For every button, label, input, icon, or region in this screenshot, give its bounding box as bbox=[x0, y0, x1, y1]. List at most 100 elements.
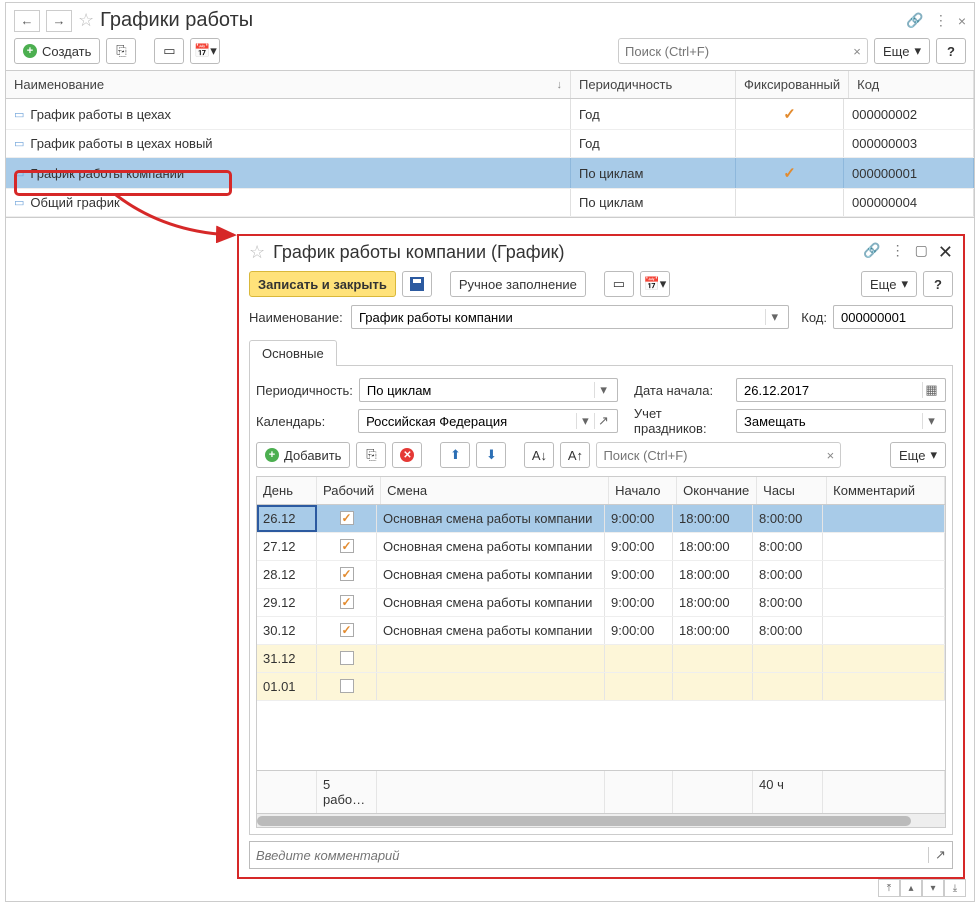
days-grid: День Рабочий Смена Начало Окончание Часы… bbox=[256, 476, 946, 828]
more-button[interactable]: Еще ▾ bbox=[874, 38, 930, 64]
maximize-icon[interactable]: ▢ bbox=[915, 242, 928, 263]
search-clear-icon[interactable]: × bbox=[820, 448, 840, 463]
table-row[interactable]: ▭График работы в цехах Год ✓ 000000002 bbox=[6, 99, 974, 130]
table-row[interactable]: ▭График работы компании По циклам ✓ 0000… bbox=[6, 158, 974, 189]
vmenu-icon[interactable]: ⋮ bbox=[891, 242, 905, 263]
checkbox[interactable] bbox=[340, 651, 354, 665]
table-row[interactable]: 31.12 bbox=[257, 645, 945, 673]
nav-prev-button[interactable]: ▴ bbox=[900, 879, 922, 897]
back-button[interactable]: ← bbox=[14, 10, 40, 32]
grid-summary: 5 рабо… 40 ч bbox=[257, 770, 945, 813]
checkbox[interactable]: ✓ bbox=[340, 511, 354, 525]
manual-fill-button[interactable]: Ручное заполнение bbox=[450, 271, 586, 297]
code-input[interactable] bbox=[833, 305, 953, 329]
table-row[interactable]: 28.12✓Основная смена работы компании9:00… bbox=[257, 561, 945, 589]
comment-input[interactable]: ↗ bbox=[249, 841, 953, 869]
record-icon: ▭ bbox=[14, 137, 24, 150]
checkbox[interactable]: ✓ bbox=[340, 595, 354, 609]
checkbox[interactable]: ✓ bbox=[340, 623, 354, 637]
favorite-star-icon[interactable]: ☆ bbox=[78, 10, 94, 31]
tab-main[interactable]: Основные bbox=[249, 340, 337, 366]
days-search-input[interactable]: × bbox=[596, 442, 841, 468]
period-select[interactable]: ▾ bbox=[359, 378, 618, 402]
page-title: Графики работы bbox=[100, 9, 900, 32]
col-period[interactable]: Периодичность bbox=[571, 71, 736, 98]
search-clear-icon[interactable]: × bbox=[847, 44, 867, 59]
nav-last-button[interactable]: ⤓ bbox=[944, 879, 966, 897]
dropdown-icon[interactable]: ▾ bbox=[594, 382, 612, 398]
table-row[interactable]: ▭Общий график По циклам 000000004 bbox=[6, 189, 974, 217]
calendar-select[interactable]: ▾ ↗ bbox=[358, 409, 618, 433]
nav-first-button[interactable]: ⤒ bbox=[878, 879, 900, 897]
card-button[interactable]: ▭ bbox=[604, 271, 634, 297]
period-label: Периодичность: bbox=[256, 383, 353, 398]
floppy-icon bbox=[410, 277, 424, 291]
col-name[interactable]: Наименование↓ bbox=[6, 71, 571, 98]
vmenu-icon[interactable]: ⋮ bbox=[934, 12, 948, 29]
col-day[interactable]: День bbox=[257, 477, 317, 504]
code-label: Код: bbox=[801, 310, 827, 325]
col-end[interactable]: Окончание bbox=[677, 477, 757, 504]
close-icon[interactable]: ✕ bbox=[938, 242, 953, 263]
table-row[interactable]: 01.01 bbox=[257, 673, 945, 701]
open-icon[interactable]: ↗ bbox=[594, 413, 612, 429]
close-page-icon[interactable]: × bbox=[958, 13, 966, 29]
plus-icon: + bbox=[23, 44, 37, 58]
col-comment[interactable]: Комментарий bbox=[827, 477, 945, 504]
checkbox[interactable]: ✓ bbox=[340, 539, 354, 553]
record-icon: ▭ bbox=[14, 108, 24, 121]
calendar-button[interactable]: 📅▾ bbox=[640, 271, 670, 297]
col-shift[interactable]: Смена bbox=[381, 477, 609, 504]
save-button[interactable] bbox=[402, 271, 432, 297]
link-icon[interactable]: 🔗 bbox=[906, 12, 923, 29]
open-icon[interactable]: ↗ bbox=[928, 847, 952, 863]
horizontal-scrollbar[interactable] bbox=[257, 813, 945, 827]
sort-asc-button[interactable]: A↓ bbox=[524, 442, 554, 468]
startdate-input[interactable]: ▦ bbox=[736, 378, 946, 402]
name-input[interactable]: ▾ bbox=[351, 305, 789, 329]
more-button[interactable]: Еще▾ bbox=[861, 271, 917, 297]
table-row[interactable]: 30.12✓Основная смена работы компании9:00… bbox=[257, 617, 945, 645]
col-hours[interactable]: Часы bbox=[757, 477, 827, 504]
help-button[interactable]: ? bbox=[936, 38, 966, 64]
more-button[interactable]: Еще▾ bbox=[890, 442, 946, 468]
nav-next-button[interactable]: ▾ bbox=[922, 879, 944, 897]
copy-button[interactable]: ⎘ bbox=[106, 38, 136, 64]
table-row[interactable]: 27.12✓Основная смена работы компании9:00… bbox=[257, 533, 945, 561]
favorite-star-icon[interactable]: ☆ bbox=[249, 242, 265, 263]
move-up-button[interactable]: ⬆ bbox=[440, 442, 470, 468]
table-row[interactable]: 29.12✓Основная смена работы компании9:00… bbox=[257, 589, 945, 617]
create-button[interactable]: + Создать bbox=[14, 38, 100, 64]
dropdown-icon[interactable]: ▾ bbox=[576, 413, 594, 429]
link-icon[interactable]: 🔗 bbox=[863, 242, 880, 263]
dialog-title: График работы компании (График) bbox=[273, 242, 855, 263]
calendar-icon[interactable]: ▦ bbox=[922, 382, 940, 398]
checkbox[interactable]: ✓ bbox=[340, 567, 354, 581]
card-button[interactable]: ▭ bbox=[154, 38, 184, 64]
col-work[interactable]: Рабочий bbox=[317, 477, 381, 504]
copy-row-button[interactable]: ⎘ bbox=[356, 442, 386, 468]
table-row[interactable]: 26.12✓Основная смена работы компании9:00… bbox=[257, 505, 945, 533]
check-icon: ✓ bbox=[783, 164, 796, 182]
forward-button[interactable]: → bbox=[46, 10, 72, 32]
help-button[interactable]: ? bbox=[923, 271, 953, 297]
save-close-button[interactable]: Записать и закрыть bbox=[249, 271, 396, 297]
delete-icon: ✕ bbox=[400, 448, 414, 462]
delete-row-button[interactable]: ✕ bbox=[392, 442, 422, 468]
chevron-down-icon: ▾ bbox=[914, 43, 921, 59]
col-fixed[interactable]: Фиксированный bbox=[736, 71, 849, 98]
footer-nav: ⤒ ▴ ▾ ⤓ bbox=[878, 879, 966, 897]
dropdown-icon[interactable]: ▾ bbox=[922, 413, 940, 429]
col-code[interactable]: Код bbox=[849, 71, 974, 98]
holidays-select[interactable]: ▾ bbox=[736, 409, 946, 433]
dropdown-icon[interactable]: ▾ bbox=[765, 309, 783, 325]
col-start[interactable]: Начало bbox=[609, 477, 677, 504]
add-row-button[interactable]: + Добавить bbox=[256, 442, 350, 468]
move-down-button[interactable]: ⬇ bbox=[476, 442, 506, 468]
search-input[interactable]: × bbox=[618, 38, 868, 64]
checkbox[interactable] bbox=[340, 679, 354, 693]
table-row[interactable]: ▭График работы в цехах новый Год 0000000… bbox=[6, 130, 974, 158]
sort-desc-button[interactable]: A↑ bbox=[560, 442, 590, 468]
schedules-grid: Наименование↓ Периодичность Фиксированны… bbox=[6, 70, 974, 218]
calendar-button[interactable]: 📅▾ bbox=[190, 38, 220, 64]
